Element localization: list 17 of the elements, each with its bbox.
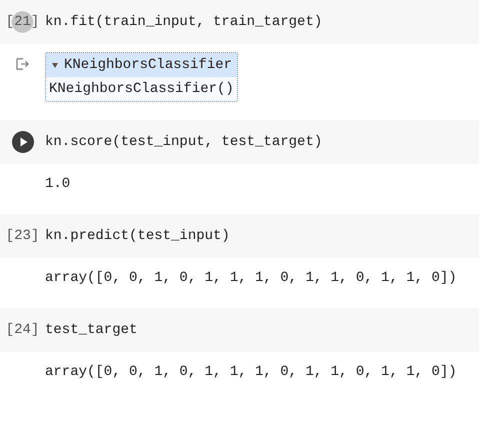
code-cell[interactable]: kn.score(test_input, test_target)	[0, 120, 479, 164]
output-text: array([0, 0, 1, 0, 1, 1, 1, 0, 1, 1, 0, 1, 1, 0])	[45, 363, 457, 380]
code-cell[interactable]: [23] kn.predict(test_input)	[0, 214, 479, 258]
estimator-toggle[interactable]: KNeighborsClassifier	[46, 53, 237, 77]
output-arrow-icon	[16, 58, 30, 70]
execution-count: [24]	[4, 321, 40, 340]
code-text: kn.predict(test_input)	[45, 228, 230, 244]
estimator-repr: KNeighborsClassifier()	[46, 77, 237, 101]
code-cell[interactable]: [21] kn.fit(train_input, train_target)	[0, 0, 479, 44]
output-text: 1.0	[45, 175, 70, 192]
code-cell[interactable]: [24] test_target	[0, 308, 479, 352]
code-text: test_target	[45, 322, 138, 338]
execution-count: [23]	[4, 227, 40, 246]
code-text: kn.fit(train_input, train_target)	[45, 14, 322, 30]
run-button[interactable]	[12, 131, 34, 153]
code-text: kn.score(test_input, test_target)	[45, 134, 322, 150]
output-text: array([0, 0, 1, 0, 1, 1, 1, 0, 1, 1, 0, 1, 1, 0])	[45, 269, 457, 286]
